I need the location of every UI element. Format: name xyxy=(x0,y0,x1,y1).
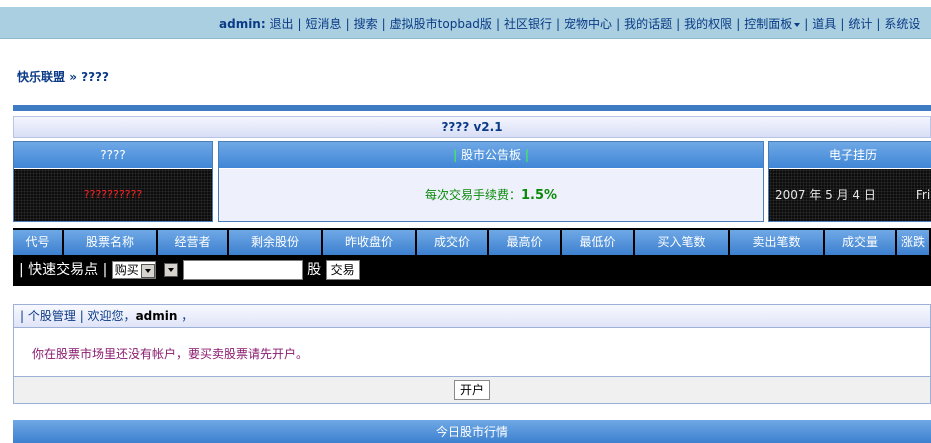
welcome-trailing: ， xyxy=(181,309,194,323)
nav-messages[interactable]: 短消息 xyxy=(306,17,342,31)
col-low[interactable]: 最低价 xyxy=(562,230,635,255)
bulletin-board-title: 股市公告板 xyxy=(460,148,521,162)
nav-search[interactable]: 搜索 xyxy=(354,17,378,31)
username-label: admin: xyxy=(219,17,266,31)
bulletin-board-panel: | 股市公告板 | 每次交易手续费：1.5% xyxy=(218,141,764,222)
ticker-panel: ???? ?????????? xyxy=(13,141,213,222)
bulletin-board-header: | 股市公告板 | xyxy=(219,142,763,168)
trade-button[interactable]: 交易 xyxy=(325,260,360,280)
user-account-box: | 个股管理 | 欢迎您，admin ， 你在股票市场里还没有帐户，要买卖股票请… xyxy=(13,304,931,404)
bulletin-board-body: 每次交易手续费：1.5% xyxy=(219,169,763,221)
market-section-header: 今日股市行情 xyxy=(13,420,931,443)
nav-logout[interactable]: 退出 xyxy=(269,17,293,31)
col-sell-count[interactable]: 卖出笔数 xyxy=(730,230,825,255)
col-high[interactable]: 最高价 xyxy=(489,230,562,255)
calendar-day: Fri xyxy=(915,188,931,202)
col-buy-count[interactable]: 买入笔数 xyxy=(635,230,730,255)
quick-trade-bar: | 快速交易点 | 购买 股 交易 xyxy=(13,257,931,284)
nav-pets[interactable]: 宠物中心 xyxy=(564,17,612,31)
nav-my-permissions[interactable]: 我的权限 xyxy=(684,17,732,31)
breadcrumb-separator: » xyxy=(65,70,82,84)
col-stock-name[interactable]: 股票名称 xyxy=(64,230,158,255)
breadcrumb: 快乐联盟 » ???? xyxy=(17,68,109,85)
calendar-display: 2007 年 5 月 4 日 Fri xyxy=(769,169,931,221)
user-account-footer: 开户 xyxy=(14,376,930,403)
share-unit-label: 股 xyxy=(307,262,322,278)
col-prev-close[interactable]: 昨收盘价 xyxy=(323,230,417,255)
col-volume[interactable]: 成交量 xyxy=(825,230,897,255)
nav-control-panel-label: 控制面板 xyxy=(744,17,793,31)
trade-action-select[interactable]: 购买 xyxy=(111,261,156,279)
page-title: ???? v2.1 xyxy=(13,116,931,138)
user-account-header: | 个股管理 | 欢迎您，admin ， xyxy=(14,305,930,328)
stock-table: 代号 股票名称 经营者 剩余股份 昨收盘价 成交价 最高价 最低价 买入笔数 卖… xyxy=(13,228,931,286)
welcome-username: admin xyxy=(135,309,178,323)
chevron-down-icon xyxy=(794,22,801,27)
nav-control-panel[interactable]: 控制面板 xyxy=(744,17,801,31)
ticker-panel-display: ?????????? xyxy=(14,169,212,221)
stock-select[interactable] xyxy=(164,263,179,277)
nav-bank[interactable]: 社区银行 xyxy=(504,17,552,31)
quick-trade-label: | 快速交易点 | xyxy=(19,262,108,278)
top-menu: admin: 退出 | 短消息 | 搜索 | 虚拟股市topbad版 | 社区银行 | 宠物中心 | 我… xyxy=(219,17,921,31)
quantity-input[interactable] xyxy=(182,260,303,280)
col-change[interactable]: 涨跌 xyxy=(897,230,931,255)
chevron-down-icon[interactable] xyxy=(140,263,155,278)
col-remaining-shares[interactable]: 剩余股份 xyxy=(229,230,323,255)
fee-value: 1.5% xyxy=(520,188,558,203)
no-account-message: 你在股票市场里还没有帐户，要买卖股票请先开户。 xyxy=(32,347,309,361)
top-menu-bar: admin: 退出 | 短消息 | 搜索 | 虚拟股市topbad版 | 社区银行 | 宠物中心 | 我… xyxy=(0,7,931,39)
calendar-panel: 电子挂历 2007 年 5 月 4 日 Fri xyxy=(768,141,931,222)
welcome-text: 欢迎您， xyxy=(87,309,136,323)
tab-stock-management[interactable]: 个股管理 xyxy=(28,309,76,323)
nav-items[interactable]: 道具 xyxy=(812,17,836,31)
calendar-header: 电子挂历 xyxy=(769,142,931,168)
nav-stock-market[interactable]: 虚拟股市topbad版 xyxy=(390,17,492,31)
open-account-button[interactable]: 开户 xyxy=(453,380,490,400)
nav-stats[interactable]: 统计 xyxy=(848,17,872,31)
trade-action-value: 购买 xyxy=(114,263,139,277)
col-code[interactable]: 代号 xyxy=(13,230,64,255)
ticker-panel-header: ???? xyxy=(14,142,212,168)
nav-system[interactable]: 系统设 xyxy=(884,17,920,31)
nav-my-topics[interactable]: 我的话题 xyxy=(624,17,672,31)
col-operator[interactable]: 经营者 xyxy=(158,230,229,255)
breadcrumb-home[interactable]: 快乐联盟 xyxy=(17,70,65,84)
calendar-date: 2007 年 5 月 4 日 xyxy=(775,188,876,202)
fee-label: 每次交易手续费： xyxy=(424,188,521,202)
stock-table-header: 代号 股票名称 经营者 剩余股份 昨收盘价 成交价 最高价 最低价 买入笔数 卖… xyxy=(13,230,931,255)
breadcrumb-current: ???? xyxy=(81,70,109,84)
header-divider xyxy=(13,105,931,111)
col-trade-price[interactable]: 成交价 xyxy=(417,230,489,255)
